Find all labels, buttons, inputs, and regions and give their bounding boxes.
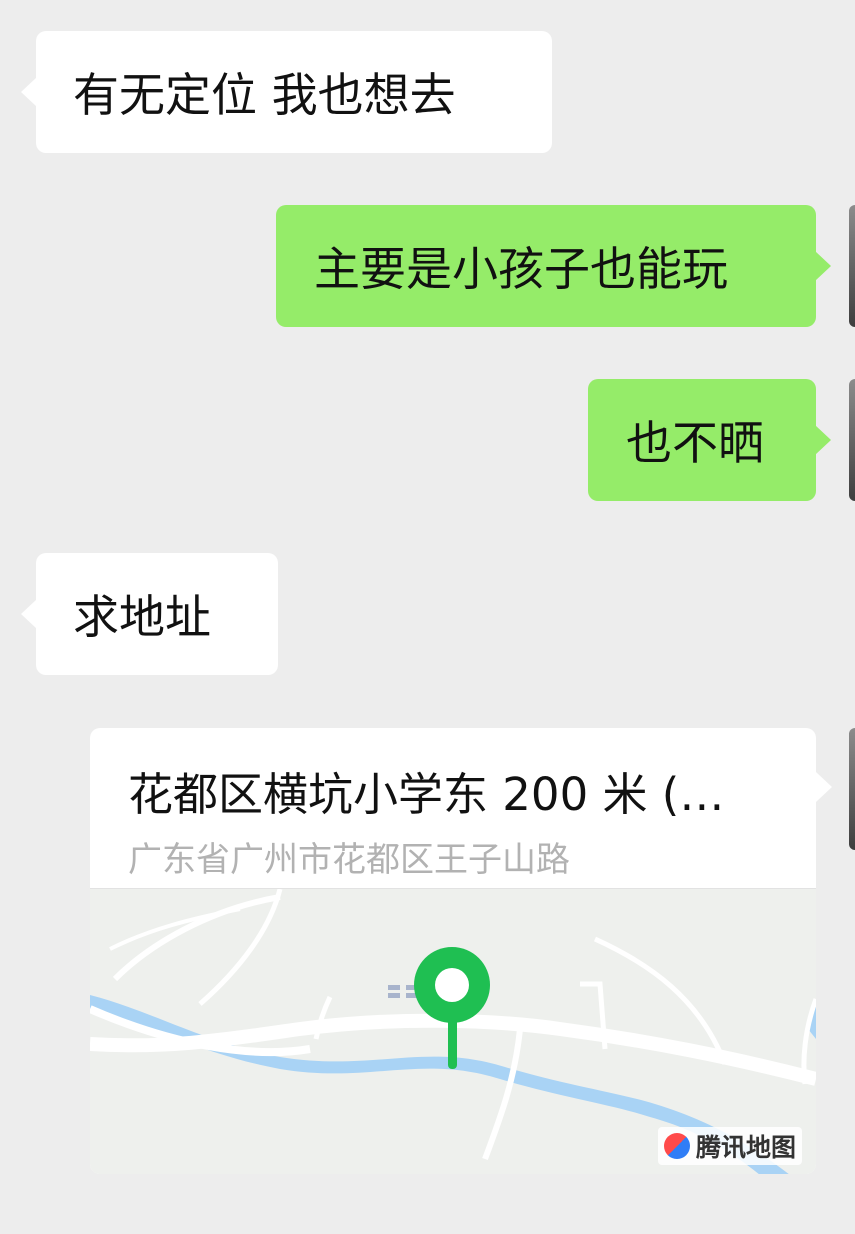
avatar[interactable] bbox=[849, 379, 855, 501]
chat-view: 有无定位 我也想去 主要是小孩子也能玩 也不晒 求地址 花都区横坑小学东 200… bbox=[0, 0, 855, 1234]
message-text: 主要是小孩子也能玩 bbox=[314, 242, 728, 296]
map-provider-label: 腾讯地图 bbox=[695, 1133, 796, 1162]
message-bubble-outgoing[interactable]: 主要是小孩子也能玩 bbox=[276, 205, 831, 327]
tencent-map-logo: 腾讯地图 bbox=[657, 1127, 802, 1165]
message-text: 有无定位 我也想去 bbox=[73, 68, 456, 122]
road bbox=[482, 1028, 523, 1161]
location-title: 花都区横坑小学东 200 米 (… bbox=[128, 768, 725, 821]
location-pin-icon bbox=[414, 947, 490, 1069]
map-preview[interactable]: 腾讯地图 bbox=[90, 888, 816, 1174]
location-address: 广东省广州市花都区王子山路 bbox=[128, 840, 570, 880]
avatar[interactable] bbox=[849, 205, 855, 327]
message-bubble-incoming[interactable]: 求地址 bbox=[21, 553, 278, 675]
building bbox=[388, 985, 400, 990]
location-card-tail bbox=[816, 772, 832, 802]
avatar[interactable] bbox=[849, 728, 855, 850]
location-message-card[interactable]: 花都区横坑小学东 200 米 (… 广东省广州市花都区王子山路 腾讯地图 bbox=[90, 728, 816, 1174]
message-bubble-outgoing[interactable]: 也不晒 bbox=[588, 379, 831, 501]
building bbox=[388, 993, 400, 998]
road bbox=[109, 907, 241, 951]
message-text: 求地址 bbox=[73, 590, 211, 644]
tencent-map-logo-icon bbox=[663, 1133, 690, 1159]
message-bubble-incoming[interactable]: 有无定位 我也想去 bbox=[21, 31, 552, 153]
message-text: 也不晒 bbox=[626, 416, 764, 470]
